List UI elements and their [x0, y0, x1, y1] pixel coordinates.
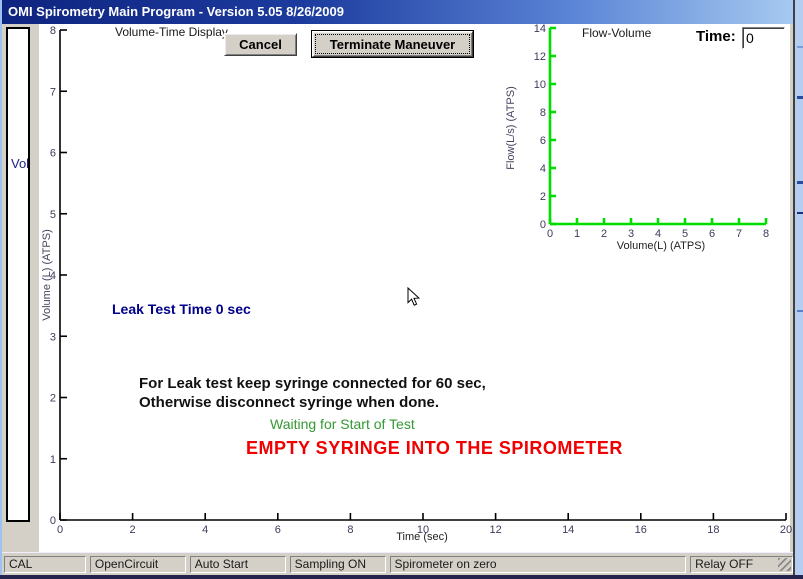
mouse-cursor [407, 287, 420, 307]
terminate-maneuver-button[interactable]: Terminate Maneuver [312, 31, 473, 57]
flow-volume-xlabel: Volume(L) (ATPS) [617, 240, 705, 252]
leak-test-time-text: Leak Test Time 0 sec [112, 301, 251, 317]
vol-label: Vol [11, 156, 29, 171]
title-bar[interactable]: OMI Spirometry Main Program - Version 5.… [2, 0, 795, 24]
status-panel-opencircuit: OpenCircuit [90, 556, 186, 573]
status-panel-cal: CAL [4, 556, 86, 573]
volume-time-xlabel: Time (sec) [396, 531, 448, 543]
volume-time-ylabel: Volume (L) (ATPS) [41, 229, 53, 321]
cancel-button[interactable]: Cancel [224, 33, 297, 56]
app-window: OMI Spirometry Main Program - Version 5.… [0, 0, 793, 575]
status-panel-relay-off: Relay OFF [690, 556, 793, 573]
volume-time-chart-title: Volume-Time Display [115, 25, 228, 39]
status-panel-auto-start: Auto Start [190, 556, 286, 573]
instruction-line-1: For Leak test keep syringe connected for… [139, 375, 486, 392]
time-input[interactable] [742, 27, 785, 49]
window-title: OMI Spirometry Main Program - Version 5.… [8, 4, 344, 19]
waiting-status-text: Waiting for Start of Test [270, 416, 415, 432]
time-label: Time: [696, 28, 736, 45]
resize-grip[interactable] [778, 558, 791, 571]
instruction-line-2: Otherwise disconnect syringe when done. [139, 394, 439, 411]
status-bar: CALOpenCircuitAuto StartSampling ONSpiro… [2, 552, 795, 575]
background-window-strip [793, 0, 803, 579]
terminate-button-frame: Terminate Maneuver [311, 30, 474, 58]
vol-side-panel: Vol [6, 27, 30, 522]
flow-volume-chart-title: Flow-Volume [582, 26, 651, 40]
status-panel-sampling-on: Sampling ON [290, 556, 386, 573]
flow-volume-ylabel: Flow(L/s) (ATPS) [505, 86, 517, 170]
empty-syringe-alert: EMPTY SYRINGE INTO THE SPIROMETER [246, 438, 623, 459]
status-panel-spirometer-on-zero: Spirometer on zero [390, 556, 687, 573]
window-bottom-edge [0, 575, 803, 579]
